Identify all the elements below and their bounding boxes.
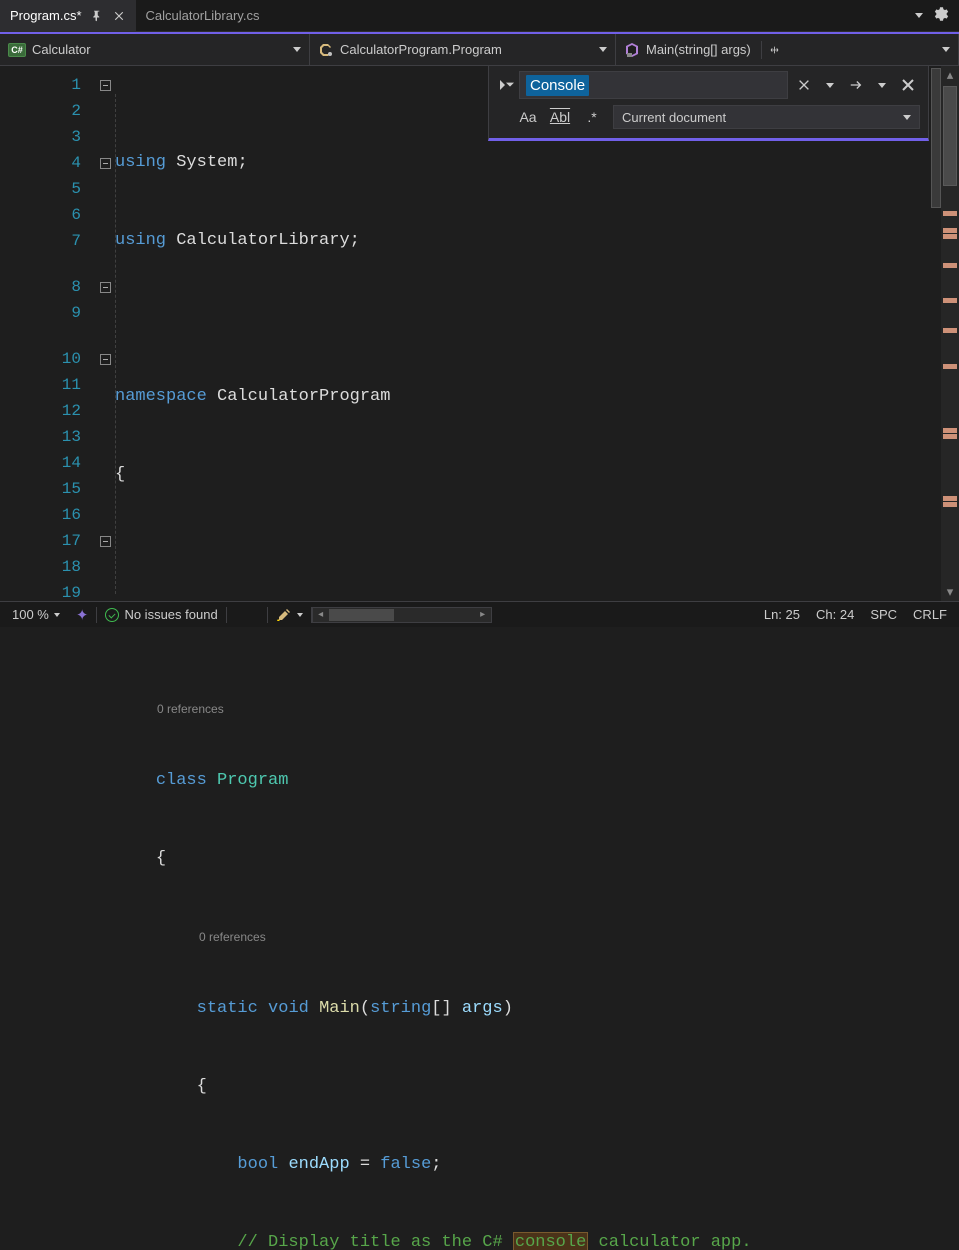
match-case-toggle[interactable]: Aa: [517, 109, 539, 125]
whole-word-toggle[interactable]: Abl: [549, 109, 571, 125]
nav-project-dropdown[interactable]: C# Calculator: [0, 34, 310, 65]
tab-label: Program.cs*: [10, 8, 82, 23]
chevron-down-icon: [54, 613, 60, 617]
find-term: Console: [526, 75, 589, 96]
find-scope-label: Current document: [622, 110, 726, 125]
codelens-references[interactable]: 0 references: [157, 702, 224, 716]
chevron-down-icon: [599, 47, 607, 52]
checkmark-icon: [105, 608, 119, 622]
fold-column: [95, 66, 115, 601]
gear-icon[interactable]: [931, 5, 949, 26]
scrollbar-thumb[interactable]: [329, 609, 395, 621]
fold-toggle[interactable]: [100, 80, 111, 91]
chevron-down-icon: [293, 47, 301, 52]
find-next-button[interactable]: [844, 73, 868, 97]
class-icon: [318, 42, 334, 58]
tab-label: CalculatorLibrary.cs: [146, 8, 260, 23]
scroll-down-icon[interactable]: ▾: [941, 583, 959, 601]
nav-class-dropdown[interactable]: CalculatorProgram.Program: [310, 34, 616, 65]
find-options-dropdown-2[interactable]: [870, 73, 894, 97]
find-close-button[interactable]: [792, 73, 816, 97]
find-scope-dropdown[interactable]: Current document: [613, 105, 920, 129]
navigation-bar: C# Calculator CalculatorProgram.Program …: [0, 34, 959, 66]
chevron-down-icon: [903, 115, 911, 120]
pin-icon[interactable]: [90, 9, 104, 23]
method-icon: [624, 42, 640, 58]
nav-project-label: Calculator: [32, 42, 91, 57]
tab-overflow-icon[interactable]: [915, 13, 923, 18]
close-icon[interactable]: [112, 9, 126, 23]
nav-member-dropdown[interactable]: Main(string[] args): [616, 34, 959, 65]
fold-toggle[interactable]: [100, 536, 111, 547]
nav-class-label: CalculatorProgram.Program: [340, 42, 502, 57]
tab-program-cs[interactable]: Program.cs*: [0, 0, 136, 31]
tab-bar: Program.cs* CalculatorLibrary.cs: [0, 0, 959, 32]
line-number-gutter: 1 2 3 4 5 6 7 8 9 10 11 12 13 14 15 16 1…: [0, 66, 95, 601]
find-input[interactable]: Console: [519, 71, 788, 99]
fold-toggle[interactable]: [100, 158, 111, 169]
tab-calculator-library[interactable]: CalculatorLibrary.cs: [136, 0, 270, 31]
find-expand-toggle[interactable]: [497, 80, 515, 90]
chevron-down-icon: [942, 47, 950, 52]
scroll-up-icon[interactable]: ▴: [941, 66, 959, 84]
scrollbar-thumb[interactable]: [943, 86, 957, 186]
find-panel: Console Aa Abl .* Current docum: [488, 66, 929, 141]
code-editor[interactable]: Console Aa Abl .* Current docum: [0, 66, 959, 601]
find-close-panel-button[interactable]: [896, 73, 920, 97]
overview-ruler[interactable]: [931, 66, 941, 601]
fold-toggle[interactable]: [100, 282, 111, 293]
fold-toggle[interactable]: [100, 354, 111, 365]
codelens-references[interactable]: 0 references: [199, 930, 266, 944]
nav-member-label: Main(string[] args): [646, 42, 751, 57]
vertical-scrollbar[interactable]: ▴ ▾: [941, 66, 959, 601]
csharp-badge-icon: C#: [8, 43, 26, 57]
horizontal-scrollbar[interactable]: ◂ ▸: [312, 607, 492, 623]
find-options-dropdown[interactable]: [818, 73, 842, 97]
code-text[interactable]: using System; using CalculatorLibrary; n…: [115, 66, 959, 601]
regex-toggle[interactable]: .*: [581, 109, 603, 125]
split-editor-icon[interactable]: [761, 41, 779, 59]
